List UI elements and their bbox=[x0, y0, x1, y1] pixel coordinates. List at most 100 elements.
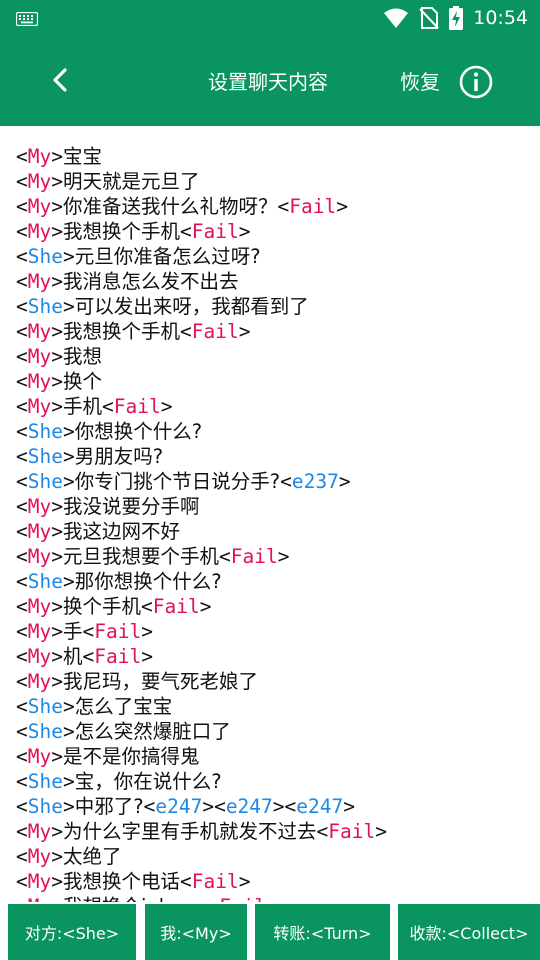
script-line[interactable]: <My>手<Fail> bbox=[16, 619, 540, 644]
message-text: 我想换个手机 bbox=[62, 320, 180, 343]
script-line[interactable]: <My>你准备送我什么礼物呀？<Fail> bbox=[16, 194, 540, 219]
speaker-tag: She bbox=[27, 770, 63, 793]
script-line[interactable]: <My>机<Fail> bbox=[16, 644, 540, 669]
message-text: 机 bbox=[62, 645, 83, 668]
fail-tag: Fail bbox=[289, 195, 337, 218]
message-text: 怎么突然爆脏口了 bbox=[74, 720, 231, 743]
fail-tag: Fail bbox=[113, 395, 161, 418]
message-text: 宝宝 bbox=[62, 145, 102, 168]
script-line[interactable]: <My>我想 bbox=[16, 344, 540, 369]
speaker-tag: My bbox=[27, 395, 52, 418]
speaker-tag: My bbox=[27, 320, 52, 343]
fail-tag: Fail bbox=[219, 895, 266, 902]
message-text: 我想 bbox=[62, 345, 102, 368]
keyboard-icon bbox=[16, 12, 38, 26]
turn-tag-button[interactable]: 转账:<Turn> bbox=[255, 904, 390, 960]
message-text: 我想换个iphone bbox=[63, 895, 207, 902]
speaker-tag: My bbox=[27, 645, 52, 668]
fail-tag: Fail bbox=[94, 620, 142, 643]
status-time: 10:54 bbox=[473, 7, 528, 29]
message-text: 我消息怎么发不出去 bbox=[62, 270, 239, 293]
script-line[interactable]: <She>男朋友吗? bbox=[16, 444, 540, 469]
script-line[interactable]: <My>换个手机<Fail> bbox=[16, 594, 540, 619]
message-text: 宝，你在说什么? bbox=[74, 770, 222, 793]
speaker-tag: My bbox=[27, 820, 52, 843]
app-bar: 设置聊天内容 恢复 bbox=[0, 36, 540, 126]
script-line[interactable]: <She>元旦你准备怎么过呀? bbox=[16, 244, 540, 269]
speaker-tag: She bbox=[27, 470, 63, 493]
speaker-tag: My bbox=[27, 870, 52, 893]
speaker-tag: My bbox=[27, 545, 52, 568]
script-line[interactable]: <She>那你想换个什么? bbox=[16, 569, 540, 594]
fail-tag: Fail bbox=[191, 870, 239, 893]
wifi-icon bbox=[384, 8, 409, 28]
script-line[interactable]: <My>为什么字里有手机就发不过去<Fail> bbox=[16, 819, 540, 844]
fail-tag: Fail bbox=[191, 220, 239, 243]
script-line[interactable]: <My>我想换个手机<Fail> bbox=[16, 219, 540, 244]
script-line[interactable]: <My>我想换个iphone<Fail> bbox=[16, 894, 540, 902]
my-tag-button[interactable]: 我:<My> bbox=[145, 904, 247, 960]
script-line[interactable]: <My>元旦我想要个手机<Fail> bbox=[16, 544, 540, 569]
collect-tag-button[interactable]: 收款:<Collect> bbox=[398, 904, 540, 960]
fail-tag: Fail bbox=[328, 820, 376, 843]
script-line[interactable]: <My>换个 bbox=[16, 369, 540, 394]
speaker-tag: My bbox=[27, 595, 52, 618]
emoji-tag: e237 bbox=[291, 470, 339, 493]
script-line[interactable]: <My>我没说要分手啊 bbox=[16, 494, 540, 519]
script-line[interactable]: <My>是不是你搞得鬼 bbox=[16, 744, 540, 769]
speaker-tag: She bbox=[27, 245, 63, 268]
message-text: 你想换个什么? bbox=[74, 420, 203, 443]
emoji-tag: e247 bbox=[225, 795, 273, 818]
message-text: 我想换个手机 bbox=[62, 220, 180, 243]
script-line[interactable]: <She>你专门挑个节日说分手?<e237> bbox=[16, 469, 540, 494]
script-line[interactable]: <My>明天就是元旦了 bbox=[16, 169, 540, 194]
speaker-tag: My bbox=[27, 520, 52, 543]
message-text: 那你想换个什么? bbox=[74, 570, 222, 593]
script-line[interactable]: <My>手机<Fail> bbox=[16, 394, 540, 419]
message-text: 元旦你准备怎么过呀? bbox=[74, 245, 261, 268]
page-title: 设置聊天内容 bbox=[208, 70, 328, 94]
speaker-tag: My bbox=[27, 620, 52, 643]
message-text: 你专门挑个节日说分手? bbox=[74, 470, 281, 493]
script-line[interactable]: <My>我想换个手机<Fail> bbox=[16, 319, 540, 344]
restore-button[interactable]: 恢复 bbox=[400, 66, 440, 95]
script-line[interactable]: <She>中邪了?<e247><e247><e247> bbox=[16, 794, 540, 819]
script-line[interactable]: <She>怎么了宝宝 bbox=[16, 694, 540, 719]
fail-tag: Fail bbox=[191, 320, 239, 343]
script-line[interactable]: <My>太绝了 bbox=[16, 844, 540, 869]
speaker-tag: My bbox=[27, 345, 52, 368]
she-tag-button[interactable]: 对方:<She> bbox=[8, 904, 136, 960]
status-bar: 10:54 bbox=[0, 0, 540, 36]
tag-button-bar: 对方:<She> 我:<My> 转账:<Turn> 收款:<Collect> bbox=[0, 902, 540, 960]
script-line[interactable]: <She>宝，你在说什么? bbox=[16, 769, 540, 794]
message-text: 中邪了? bbox=[74, 795, 144, 818]
speaker-tag: My bbox=[27, 170, 52, 193]
message-text: 我没说要分手啊 bbox=[62, 495, 200, 518]
speaker-tag: She bbox=[27, 795, 63, 818]
back-arrow-icon[interactable] bbox=[44, 62, 80, 98]
speaker-tag: My bbox=[27, 145, 52, 168]
message-text: 怎么了宝宝 bbox=[74, 695, 173, 718]
speaker-tag: She bbox=[27, 570, 63, 593]
speaker-tag: She bbox=[27, 720, 63, 743]
script-line[interactable]: <She>可以发出来呀，我都看到了 bbox=[16, 294, 540, 319]
script-line[interactable]: <She>怎么突然爆脏口了 bbox=[16, 719, 540, 744]
info-icon[interactable] bbox=[458, 64, 494, 100]
message-text: 换个手机 bbox=[62, 595, 141, 618]
script-line[interactable]: <My>我消息怎么发不出去 bbox=[16, 269, 540, 294]
script-line[interactable]: <My>我这边网不好 bbox=[16, 519, 540, 544]
speaker-tag: My bbox=[27, 195, 52, 218]
message-text: 我这边网不好 bbox=[62, 520, 180, 543]
script-line[interactable]: <My>我尼玛，要气死老娘了 bbox=[16, 669, 540, 694]
message-text: 是不是你搞得鬼 bbox=[62, 745, 200, 768]
script-line[interactable]: <She>你想换个什么? bbox=[16, 419, 540, 444]
speaker-tag: My bbox=[27, 495, 52, 518]
emoji-tag: e247 bbox=[296, 795, 344, 818]
script-line[interactable]: <My>宝宝 bbox=[16, 144, 540, 169]
chat-script-editor[interactable]: <My>宝宝 <My>明天就是元旦了 <My>你准备送我什么礼物呀？<Fail> <M… bbox=[0, 126, 540, 902]
battery-charging-icon bbox=[449, 6, 464, 30]
fail-tag: Fail bbox=[152, 595, 200, 618]
speaker-tag: My bbox=[27, 745, 52, 768]
script-line[interactable]: <My>我想换个电话<Fail> bbox=[16, 869, 540, 894]
message-text: 明天就是元旦了 bbox=[62, 170, 200, 193]
